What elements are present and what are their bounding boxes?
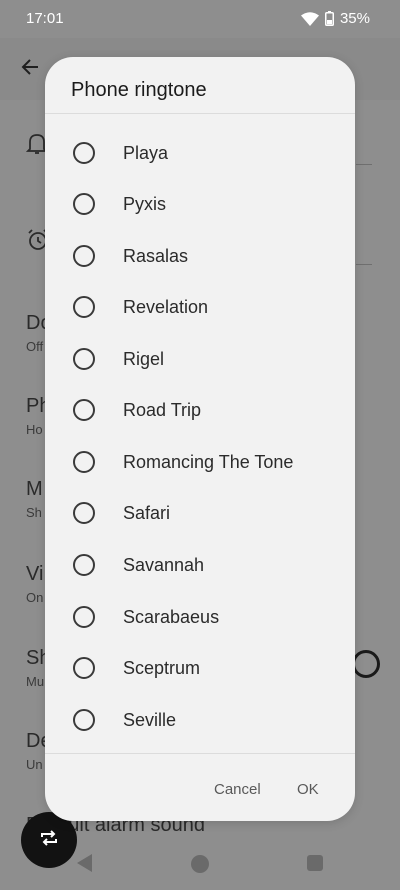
ringtone-option[interactable]: Pyxis — [45, 178, 355, 230]
radio-button[interactable] — [73, 142, 95, 164]
status-icons: 35% — [300, 10, 370, 27]
ok-button[interactable]: OK — [289, 777, 327, 802]
ringtone-option-label: Sceptrum — [123, 658, 201, 678]
dialog-title: Phone ringtone — [71, 79, 207, 101]
radio-button[interactable] — [73, 451, 95, 473]
settings-row[interactable]: M Sh — [26, 478, 43, 520]
radio-button[interactable] — [73, 606, 95, 628]
status-bar: 17:01 35% — [0, 0, 400, 38]
radio-button[interactable] — [73, 245, 95, 267]
radio-button[interactable] — [73, 709, 95, 731]
back-arrow-icon[interactable] — [20, 57, 40, 82]
battery-percent: 35% — [339, 10, 370, 27]
ringtone-option[interactable]: Savannah — [45, 539, 355, 591]
settings-row-subtitle: On — [26, 590, 44, 605]
ringtone-option[interactable]: Seville — [45, 694, 355, 746]
ringtone-option-label: Revelation — [123, 297, 209, 317]
ringtone-option-label: Rasalas — [123, 246, 189, 266]
radio-button[interactable] — [73, 502, 95, 524]
battery-icon — [324, 11, 334, 26]
rotate-icon — [39, 829, 59, 851]
ringtone-option[interactable]: Romancing The Tone — [45, 436, 355, 488]
ringtone-option[interactable]: Rigel — [45, 333, 355, 385]
ringtone-option[interactable]: Sceptrum — [45, 642, 355, 694]
settings-row-subtitle: Sh — [26, 505, 42, 520]
screen: 17:01 35% Do Off Ph Ho M Sh Vi On Sh Mu … — [0, 0, 400, 890]
nav-recents-icon[interactable] — [307, 855, 323, 871]
ringtone-option[interactable]: Road Trip — [45, 384, 355, 436]
cancel-button[interactable]: Cancel — [206, 777, 269, 802]
ringtone-option-label: Rigel — [123, 349, 165, 369]
ringtone-option[interactable]: Revelation — [45, 281, 355, 333]
ringtone-option[interactable]: Rasalas — [45, 230, 355, 282]
divider — [356, 264, 372, 265]
ringtone-option-label: Scarabaeus — [123, 607, 220, 627]
ringtone-option[interactable]: Safari — [45, 487, 355, 539]
ringtone-option[interactable]: Scarabaeus — [45, 591, 355, 643]
radio-button[interactable] — [73, 193, 95, 215]
ringtone-option-label: Seville — [123, 710, 177, 730]
ringtone-option-label: Pyxis — [123, 194, 167, 214]
ringtone-dialog: Phone ringtone Playa Pyxis Rasalas Revel… — [45, 57, 355, 821]
nav-home-icon[interactable] — [191, 855, 209, 873]
ringtone-option-label: Savannah — [123, 555, 205, 575]
ringtone-option[interactable]: Playa — [45, 127, 355, 179]
status-time: 17:01 — [26, 10, 64, 27]
radio-button[interactable] — [73, 399, 95, 421]
divider — [45, 113, 355, 114]
settings-row-title: Vi — [26, 563, 44, 585]
settings-row[interactable]: Vi On — [26, 563, 43, 605]
ringtone-option-label: Road Trip — [123, 400, 202, 420]
radio-button[interactable] — [73, 657, 95, 679]
divider — [45, 753, 355, 754]
divider — [356, 164, 372, 165]
nav-back-icon[interactable] — [77, 854, 93, 877]
radio-button[interactable] — [73, 554, 95, 576]
ringtone-option-label: Playa — [123, 143, 169, 163]
vibrate-toggle[interactable] — [352, 650, 380, 678]
settings-row-title: M — [26, 478, 43, 500]
ringtone-option-label: Safari — [123, 503, 171, 523]
radio-button[interactable] — [73, 296, 95, 318]
ringtone-option-label: Romancing The Tone — [123, 452, 294, 472]
wifi-icon — [300, 11, 319, 26]
radio-button[interactable] — [73, 348, 95, 370]
